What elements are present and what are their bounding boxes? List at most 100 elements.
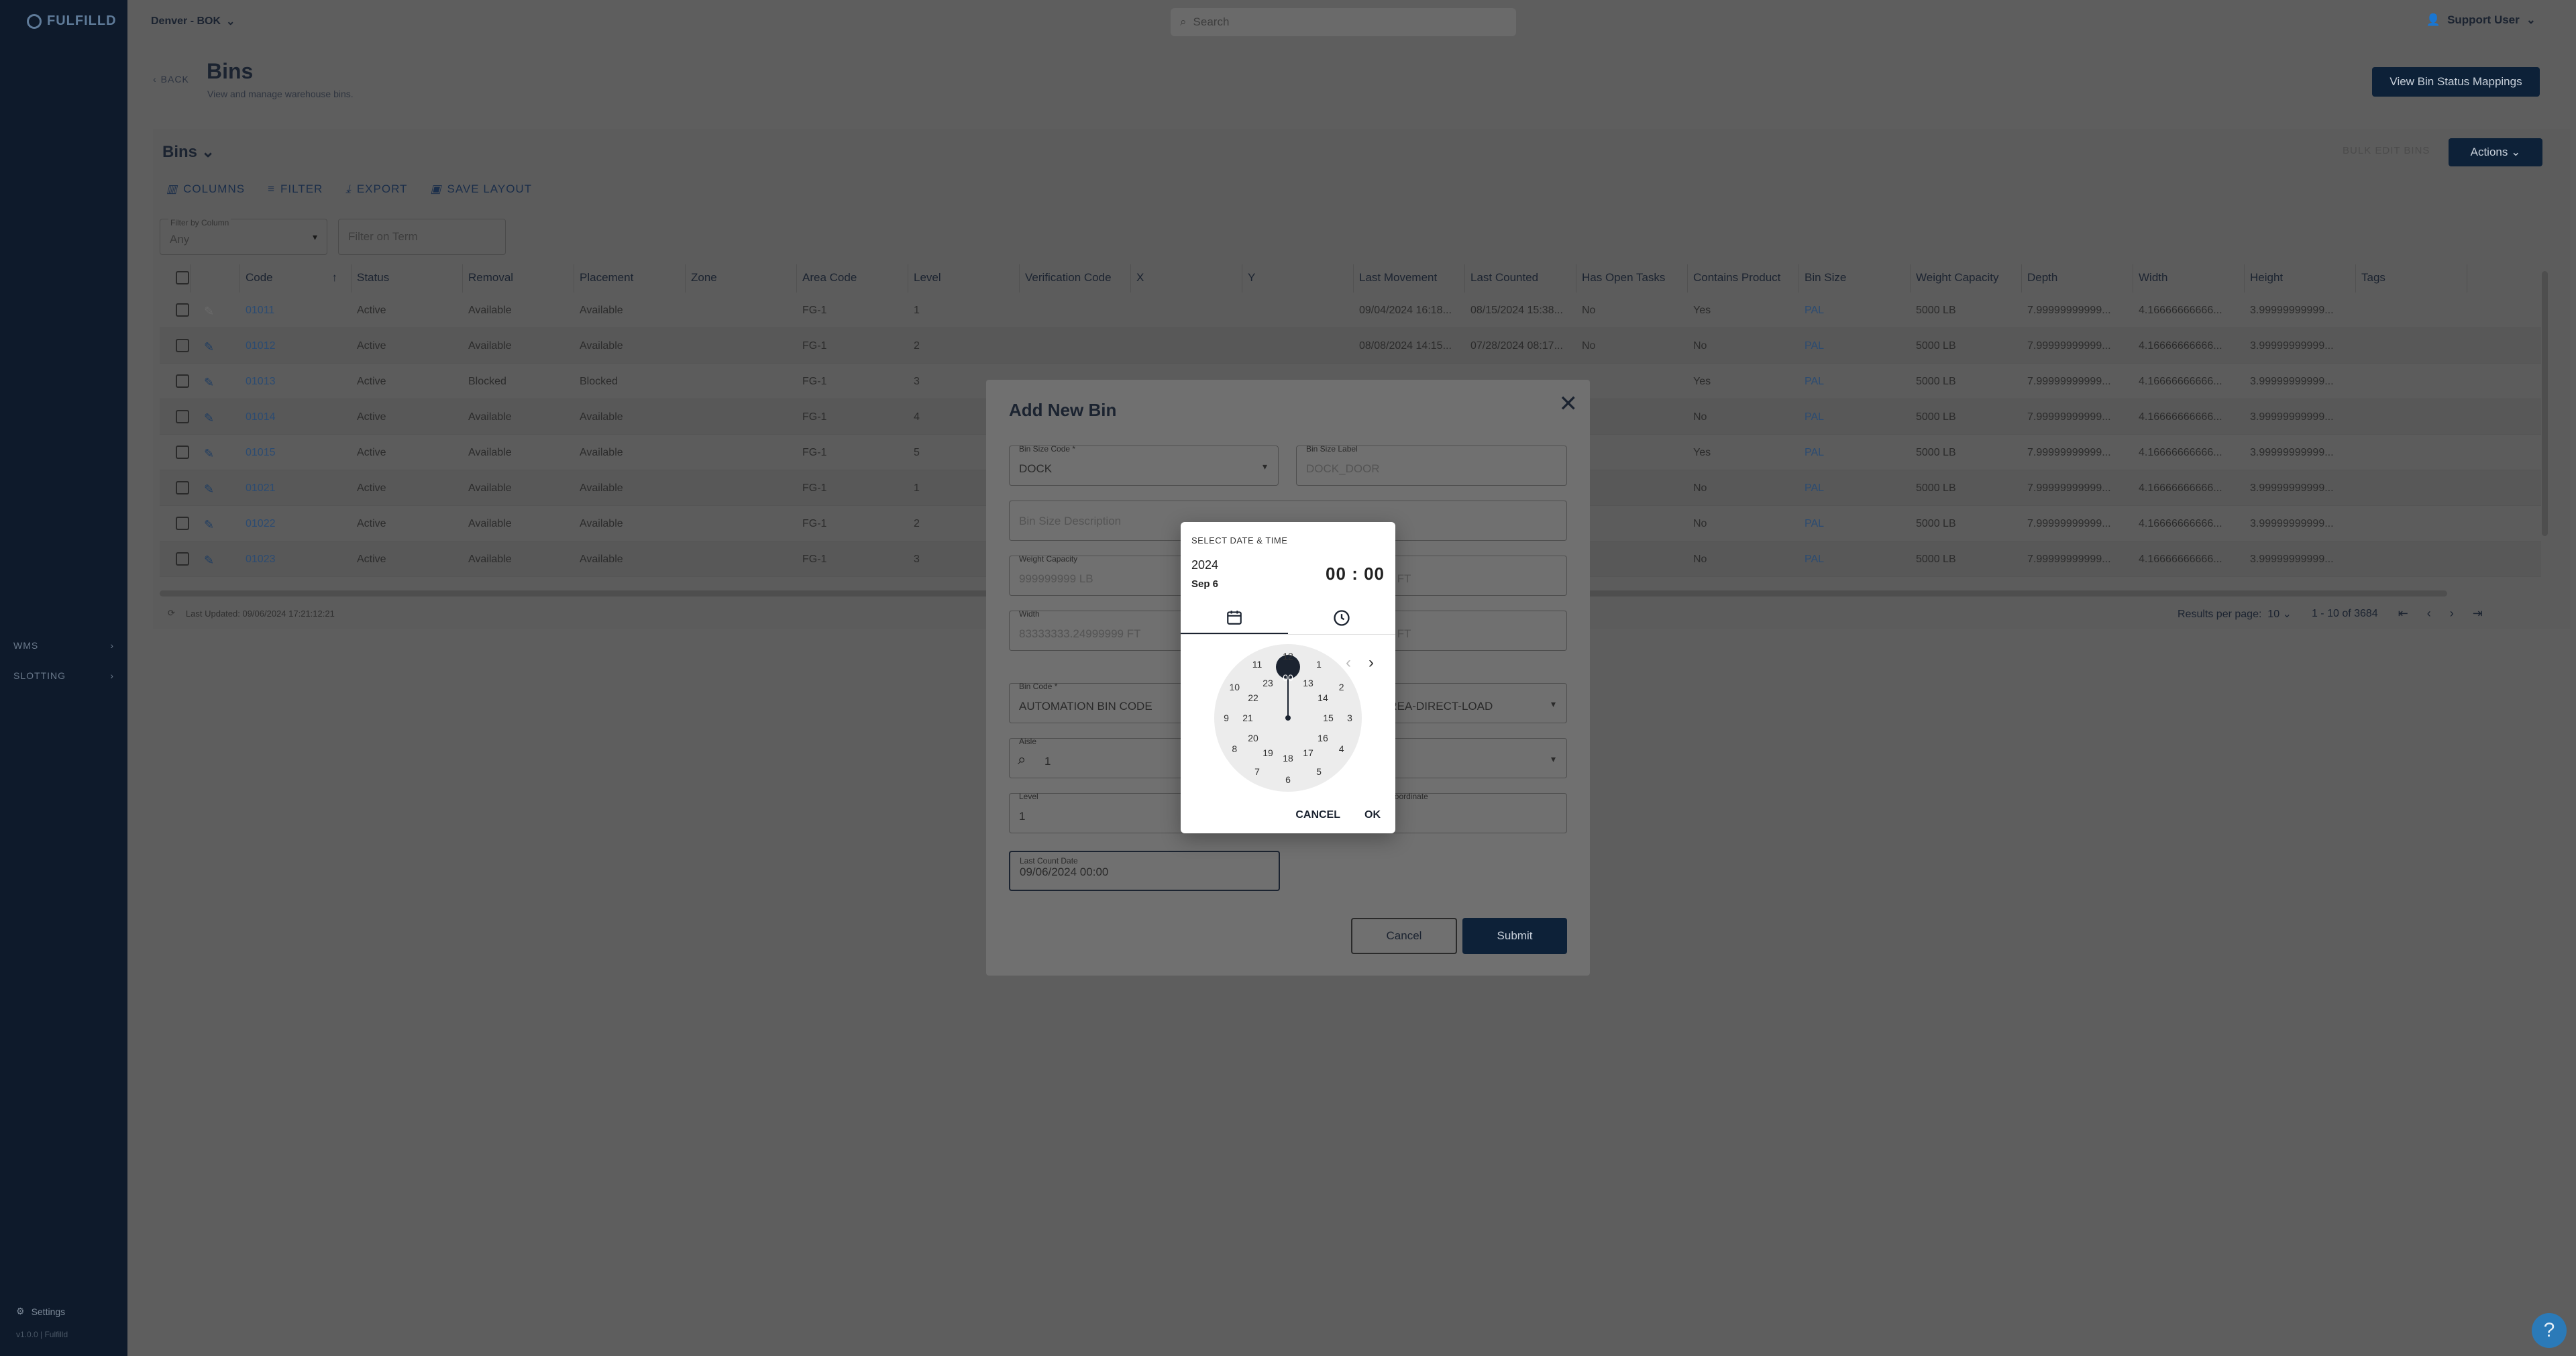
cell-code[interactable]: 01021 bbox=[240, 470, 352, 505]
column-last-movement[interactable]: Last Movement bbox=[1354, 264, 1465, 293]
pencil-icon[interactable]: ✎ bbox=[204, 482, 214, 496]
next-page-icon[interactable]: › bbox=[2450, 607, 2454, 621]
vertical-scrollbar[interactable] bbox=[2542, 271, 2548, 536]
sort-asc-icon[interactable]: ↑ bbox=[332, 271, 338, 284]
cancel-button[interactable]: Cancel bbox=[1351, 918, 1457, 954]
filter-by-column-select[interactable]: Filter by Column Any ▾ bbox=[160, 218, 327, 255]
clock-number-inner[interactable]: 17 bbox=[1303, 747, 1313, 758]
clock-number-outer[interactable]: 2 bbox=[1339, 682, 1344, 692]
picker-time[interactable]: 00 : 00 bbox=[1326, 564, 1385, 584]
cell-code[interactable]: 01023 bbox=[240, 541, 352, 576]
row-checkbox[interactable] bbox=[176, 410, 189, 423]
pencil-icon[interactable]: ✎ bbox=[204, 305, 214, 318]
picker-ok-button[interactable]: OK bbox=[1364, 809, 1381, 821]
clock-number-inner[interactable]: 22 bbox=[1248, 692, 1258, 703]
clock-number-inner[interactable]: 15 bbox=[1323, 713, 1334, 723]
column-width[interactable]: Width bbox=[2133, 264, 2245, 293]
clock-number-inner[interactable]: 20 bbox=[1248, 733, 1258, 743]
pencil-icon[interactable]: ✎ bbox=[204, 518, 214, 531]
search-input[interactable]: ⌕ Search bbox=[1171, 8, 1516, 36]
pencil-icon[interactable]: ✎ bbox=[204, 411, 214, 425]
column-y[interactable]: Y bbox=[1242, 264, 1354, 293]
clock-number-outer[interactable]: 6 bbox=[1285, 774, 1291, 785]
pencil-icon[interactable]: ✎ bbox=[204, 376, 214, 389]
clock-number-outer[interactable]: 10 bbox=[1230, 682, 1240, 692]
save-layout-button[interactable]: ▣ SAVE LAYOUT bbox=[430, 182, 532, 196]
actions-button[interactable]: Actions ⌄ bbox=[2449, 138, 2542, 166]
bin-size-label-field[interactable]: Bin Size Label DOCK_DOOR bbox=[1296, 444, 1567, 486]
last-page-icon[interactable]: ⇥ bbox=[2473, 607, 2483, 621]
column-x[interactable]: X bbox=[1131, 264, 1242, 293]
filter-term-input[interactable]: Filter on Term bbox=[338, 219, 506, 255]
select-all-checkbox[interactable] bbox=[176, 271, 189, 284]
help-button[interactable]: ? bbox=[2532, 1313, 2567, 1348]
clock-number-inner[interactable]: 21 bbox=[1242, 713, 1253, 723]
cell-code[interactable]: 01015 bbox=[240, 435, 352, 470]
cell-code[interactable]: 01013 bbox=[240, 364, 352, 399]
clock-number-inner[interactable]: 14 bbox=[1318, 692, 1328, 703]
column-contains-product[interactable]: Contains Product bbox=[1688, 264, 1799, 293]
column-last-counted[interactable]: Last Counted bbox=[1465, 264, 1576, 293]
clock-face[interactable]: 12 1 2 3 4 5 6 7 8 9 10 11 00 13 14 15 16 17 18 19 20 21 22 23 bbox=[1214, 644, 1362, 792]
clock-number-outer[interactable]: 1 bbox=[1316, 659, 1322, 670]
pencil-icon[interactable]: ✎ bbox=[204, 340, 214, 354]
clock-number-outer[interactable]: 8 bbox=[1232, 743, 1237, 754]
row-checkbox[interactable] bbox=[176, 303, 189, 317]
refresh-icon[interactable]: ⟳ bbox=[168, 608, 175, 619]
cell-code[interactable]: 01014 bbox=[240, 399, 352, 434]
column-has-open-tasks[interactable]: Has Open Tasks bbox=[1576, 264, 1688, 293]
row-checkbox[interactable] bbox=[176, 517, 189, 530]
column-removal[interactable]: Removal bbox=[463, 264, 574, 293]
prev-page-icon[interactable]: ‹ bbox=[2427, 607, 2431, 621]
bins-view-selector[interactable]: Bins ⌄ bbox=[162, 142, 215, 162]
cell-code[interactable]: 01012 bbox=[240, 328, 352, 363]
tab-calendar[interactable] bbox=[1181, 601, 1288, 634]
column-tags[interactable]: Tags bbox=[2356, 264, 2467, 293]
clock-number-outer[interactable]: 5 bbox=[1316, 766, 1322, 777]
results-per-page-select[interactable]: 10 ⌄ bbox=[2267, 609, 2292, 620]
last-count-date-field[interactable]: Last Count Date 09/06/2024 00:00 bbox=[1009, 851, 1280, 891]
pencil-icon[interactable]: ✎ bbox=[204, 554, 214, 567]
column-placement[interactable]: Placement bbox=[574, 264, 686, 293]
column-zone[interactable]: Zone bbox=[686, 264, 797, 293]
clock-number-inner[interactable]: 13 bbox=[1303, 678, 1313, 688]
clock-number-inner[interactable]: 00 bbox=[1283, 672, 1293, 683]
prev-arrow-icon[interactable]: ‹ bbox=[1346, 654, 1351, 672]
logo[interactable]: FULFILLD bbox=[27, 13, 117, 29]
clock-number-outer[interactable]: 7 bbox=[1254, 766, 1260, 777]
column-status[interactable]: Status bbox=[352, 264, 463, 293]
back-button[interactable]: ‹ BACK bbox=[153, 74, 189, 85]
clock-number-outer[interactable]: 11 bbox=[1252, 659, 1263, 670]
clock-number-outer[interactable]: 3 bbox=[1347, 713, 1352, 723]
picker-cancel-button[interactable]: CANCEL bbox=[1295, 809, 1340, 821]
picker-date[interactable]: Sep 6 bbox=[1191, 578, 1218, 590]
location-selector[interactable]: Denver - BOK ⌄ bbox=[151, 15, 235, 28]
view-bin-status-mappings-button[interactable]: View Bin Status Mappings bbox=[2372, 67, 2540, 97]
row-checkbox[interactable] bbox=[176, 339, 189, 352]
column-weight-capacity[interactable]: Weight Capacity bbox=[1911, 264, 2022, 293]
clock-number-inner[interactable]: 19 bbox=[1263, 747, 1273, 758]
first-page-icon[interactable]: ⇤ bbox=[2398, 607, 2408, 621]
bin-size-code-select[interactable]: Bin Size Code * DOCK ▾ bbox=[1009, 444, 1279, 486]
column-code[interactable]: Code ↑ bbox=[240, 264, 352, 293]
column-height[interactable]: Height bbox=[2245, 264, 2356, 293]
row-checkbox[interactable] bbox=[176, 481, 189, 494]
submit-button[interactable]: Submit bbox=[1462, 918, 1567, 954]
pencil-icon[interactable]: ✎ bbox=[204, 447, 214, 460]
cell-code[interactable]: 01022 bbox=[240, 506, 352, 541]
filter-button[interactable]: ≡ FILTER bbox=[268, 182, 323, 196]
sidebar-item-wms[interactable]: WMS › bbox=[13, 640, 114, 651]
columns-button[interactable]: ▥ COLUMNS bbox=[166, 182, 245, 196]
sidebar-settings[interactable]: ⚙ Settings bbox=[16, 1306, 65, 1317]
row-checkbox[interactable] bbox=[176, 446, 189, 459]
tab-clock[interactable] bbox=[1288, 601, 1395, 634]
cell-code[interactable]: 01011 bbox=[240, 293, 352, 327]
sidebar-item-slotting[interactable]: SLOTTING › bbox=[13, 670, 114, 681]
export-button[interactable]: ⤓ EXPORT bbox=[345, 182, 407, 196]
picker-year[interactable]: 2024 bbox=[1191, 558, 1218, 572]
user-menu[interactable]: 👤 Support User ⌄ bbox=[2426, 13, 2536, 27]
row-checkbox[interactable] bbox=[176, 374, 189, 388]
column-bin-size[interactable]: Bin Size bbox=[1799, 264, 1911, 293]
clock-number-outer[interactable]: 12 bbox=[1283, 651, 1293, 662]
table-row[interactable]: ✎ 01011 Active Available Available FG-1 1 09/04… bbox=[160, 293, 2541, 328]
